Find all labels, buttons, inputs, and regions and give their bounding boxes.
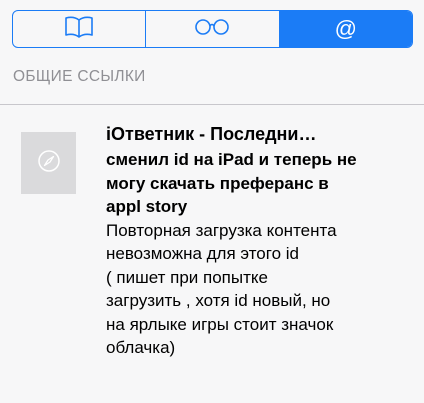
link-text-block: iОтветник - Последни… сменил id на iPad … (106, 121, 416, 360)
link-subtitle: сменил id на iPad и теперь не могу скача… (106, 150, 357, 216)
compass-icon (37, 149, 61, 178)
section-header: ОБЩИЕ ССЫЛКИ (13, 68, 146, 85)
tab-segmented-control: @ (12, 10, 413, 48)
link-title: iОтветник - Последни… (106, 124, 317, 144)
tab-reading-list[interactable] (146, 11, 280, 47)
tab-bookmarks[interactable] (13, 11, 147, 47)
tab-shared-links[interactable]: @ (279, 11, 412, 47)
book-icon (64, 15, 94, 44)
section-divider (0, 104, 424, 105)
glasses-icon (194, 17, 230, 42)
at-sign-icon: @ (334, 16, 357, 41)
link-body: Повторная загрузка контента невозможна д… (106, 220, 337, 358)
link-thumbnail (21, 132, 76, 194)
